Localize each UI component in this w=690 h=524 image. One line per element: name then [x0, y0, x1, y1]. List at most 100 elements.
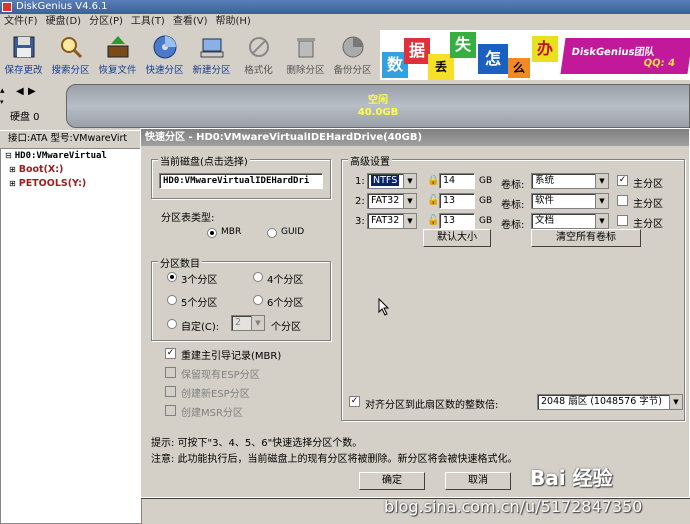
count-3-label: 3个分区	[181, 275, 218, 286]
rebuild-mbr-label: 重建主引导记录(MBR)	[181, 351, 282, 362]
baidu-watermark: Bai 经验	[530, 466, 613, 490]
chevron-down-icon: ▼	[595, 174, 608, 188]
tree-disk-node[interactable]: ⊟ HD0:VMwareVirtual	[1, 149, 141, 163]
primary-checkbox-3[interactable]	[617, 215, 628, 226]
banner-tile: 么	[508, 58, 530, 78]
tip-text: 提示: 可按下"3、4、5、6"快速选择分区个数。	[151, 438, 363, 449]
search-partition-button[interactable]: 搜索分区	[47, 30, 94, 80]
window-title-bar: DiskGenius V4.6.1	[0, 0, 690, 14]
guid-label: GUID	[281, 227, 305, 237]
forward-arrow-icon[interactable]: ▶	[28, 86, 36, 97]
row-number: 3:	[355, 216, 365, 227]
disk-nav: ▴ ◀ ▶ ▾ 硬盘 0	[0, 80, 62, 130]
format-icon	[248, 37, 269, 57]
menu-help[interactable]: 帮助(H)	[212, 14, 255, 30]
disk-icon	[153, 35, 176, 59]
new-partition-button[interactable]: 新建分区	[188, 30, 235, 80]
recover-files-button[interactable]: 恢复文件	[94, 30, 141, 80]
ok-button[interactable]: 确定	[359, 472, 425, 490]
default-size-button[interactable]: 默认大小	[423, 229, 491, 247]
volume-select-1[interactable]: 系统 ▼	[531, 173, 609, 189]
free-size: 40.0GB	[357, 107, 399, 118]
keep-esp-label: 保留现有ESP分区	[181, 370, 260, 381]
menu-tools[interactable]: 工具(T)	[127, 14, 169, 30]
promo-banner[interactable]: 数 据 丢 失 怎 么 办 DiskGenius团队 QQ: 4	[380, 30, 690, 80]
size-input-1[interactable]: 14	[439, 173, 475, 189]
chevron-down-icon: ▼	[595, 214, 608, 228]
fs-select-1[interactable]: NTFS ▼	[367, 173, 417, 189]
delete-partition-button[interactable]: 删除分区	[282, 30, 329, 80]
fs-select-2[interactable]: FAT32 ▼	[367, 193, 417, 209]
recover-icon	[107, 36, 128, 58]
count-5-radio[interactable]	[167, 295, 177, 305]
new-partition-icon	[200, 38, 223, 58]
size-unit: GB	[479, 196, 493, 206]
url-watermark: blog.sina.com.cn/u/5172847350	[384, 497, 643, 516]
banner-tile: 办	[532, 36, 558, 62]
unlock-icon[interactable]: 🔓	[427, 215, 439, 227]
align-select[interactable]: 2048 扇区 (1048576 字节) ▼	[537, 394, 683, 410]
format-button[interactable]: 格式化	[235, 30, 282, 80]
row-number: 1:	[355, 176, 365, 187]
save-changes-button[interactable]: 保存更改	[0, 30, 47, 80]
tree-partition-node[interactable]: ⊞ Boot(X:)	[1, 163, 141, 177]
lock-icon[interactable]: 🔒	[427, 175, 439, 187]
disk-tree: ⊟ HD0:VMwareVirtual ⊞ Boot(X:) ⊞ PETOOLS…	[0, 148, 142, 524]
left-arrow-small-icon[interactable]: ▴	[0, 86, 5, 96]
volume-select-3[interactable]: 文档 ▼	[531, 213, 609, 229]
custom-count-unit: 个分区	[271, 322, 301, 333]
custom-count-label: 自定(C):	[181, 322, 220, 333]
size-unit: GB	[479, 176, 493, 186]
quick-partition-button[interactable]: 快速分区	[141, 30, 188, 80]
align-checkbox[interactable]: ✓	[349, 396, 360, 407]
menu-partition[interactable]: 分区(P)	[85, 14, 127, 30]
custom-count-select[interactable]: 2 ▼	[231, 315, 265, 331]
row-number: 2:	[355, 196, 365, 207]
rebuild-mbr-checkbox[interactable]: ✓	[165, 348, 176, 359]
create-msr-checkbox[interactable]	[165, 405, 176, 416]
disk-map-bar[interactable]: 空闲 40.0GB	[66, 84, 690, 128]
down-arrow-small-icon: ▾	[0, 98, 4, 106]
count-3-radio[interactable]	[167, 272, 177, 282]
disk-label: 硬盘 0	[10, 112, 40, 123]
keep-esp-checkbox[interactable]	[165, 367, 176, 378]
primary-checkbox-2[interactable]	[617, 195, 628, 206]
clear-labels-button[interactable]: 清空所有卷标	[531, 229, 641, 247]
mbr-radio[interactable]	[207, 228, 217, 238]
unlock-icon[interactable]: 🔓	[427, 195, 439, 207]
chevron-down-icon: ▼	[669, 395, 682, 409]
cancel-button[interactable]: 取消	[445, 472, 511, 490]
chevron-down-icon: ▼	[403, 214, 416, 228]
backup-partition-button[interactable]: 备份分区	[329, 30, 376, 80]
chevron-down-icon: ▼	[251, 316, 264, 330]
primary-checkbox-1[interactable]: ✓	[617, 175, 628, 186]
app-title: DiskGenius V4.6.1	[16, 1, 108, 12]
fs-select-3[interactable]: FAT32 ▼	[367, 213, 417, 229]
warning-text: 注意: 此功能执行后，当前磁盘上的现有分区将被删除。新分区将会被快速格式化。	[151, 454, 518, 465]
menu-view[interactable]: 查看(V)	[169, 14, 212, 30]
count-6-label: 6个分区	[267, 298, 304, 309]
free-label: 空闲	[368, 95, 388, 106]
back-arrow-icon[interactable]: ◀	[16, 86, 24, 97]
tree-partition-node[interactable]: ⊞ PETOOLS(Y:)	[1, 177, 141, 191]
size-input-2[interactable]: 13	[439, 193, 475, 209]
toolbar: 保存更改 搜索分区 恢复文件 快速分区 新建分区 格式化 删除分区 备份分区	[0, 30, 380, 80]
current-disk-field[interactable]: HD0:VMwareVirtualIDEHardDri	[159, 173, 323, 189]
volume-select-2[interactable]: 软件 ▼	[531, 193, 609, 209]
create-esp-label: 创建新ESP分区	[181, 389, 250, 400]
guid-radio[interactable]	[267, 228, 277, 238]
chevron-down-icon: ▼	[595, 194, 608, 208]
count-6-radio[interactable]	[253, 295, 263, 305]
banner-brand: DiskGenius团队 QQ: 4	[560, 38, 690, 74]
count-4-radio[interactable]	[253, 272, 263, 282]
volume-label-caption: 卷标:	[501, 200, 525, 211]
backup-icon	[342, 36, 363, 58]
size-input-3[interactable]: 13	[439, 213, 475, 229]
create-esp-checkbox[interactable]	[165, 386, 176, 397]
mouse-cursor-icon	[378, 298, 390, 316]
custom-count-radio[interactable]	[167, 319, 177, 329]
menu-disk[interactable]: 硬盘(D)	[42, 14, 86, 30]
dialog-title: 快速分区 - HD0:VMwareVirtualIDEHardDrive(40G…	[141, 129, 689, 146]
create-msr-label: 创建MSR分区	[181, 408, 243, 419]
menu-file[interactable]: 文件(F)	[0, 14, 42, 30]
